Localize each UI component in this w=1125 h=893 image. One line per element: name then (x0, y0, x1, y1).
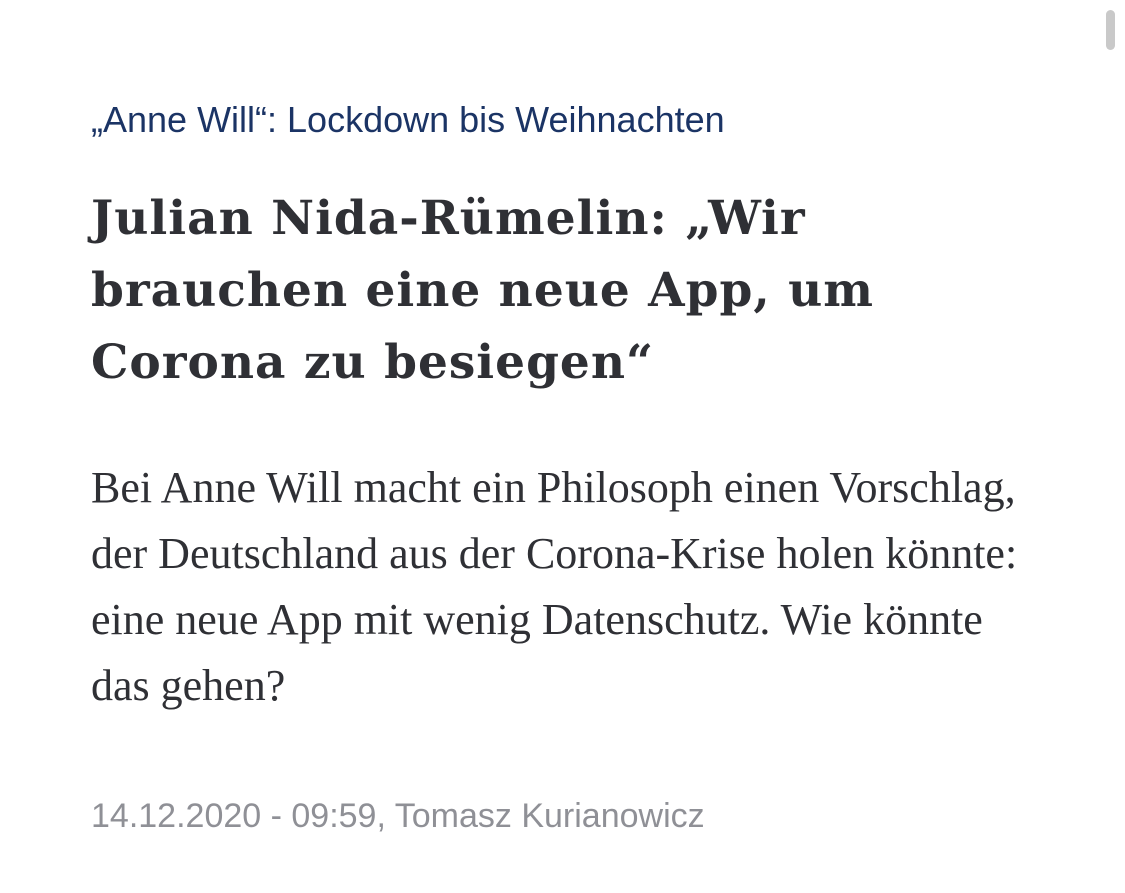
article-kicker[interactable]: „Anne Will“: Lockdown bis Weihnachten (91, 94, 1051, 146)
article-headline[interactable]: Julian Nida-Rümelin: „Wir brauchen eine … (91, 183, 991, 399)
scrollbar[interactable] (1106, 10, 1115, 50)
article-meta: 14.12.2020 - 09:59, Tomasz Kurianowicz (91, 797, 705, 835)
article-author[interactable]: Tomasz Kurianowicz (395, 797, 705, 835)
article-date: 14.12.2020 - 09:59 (91, 797, 377, 835)
article-teaser-text: Bei Anne Will macht ein Philosoph einen … (91, 463, 1018, 710)
